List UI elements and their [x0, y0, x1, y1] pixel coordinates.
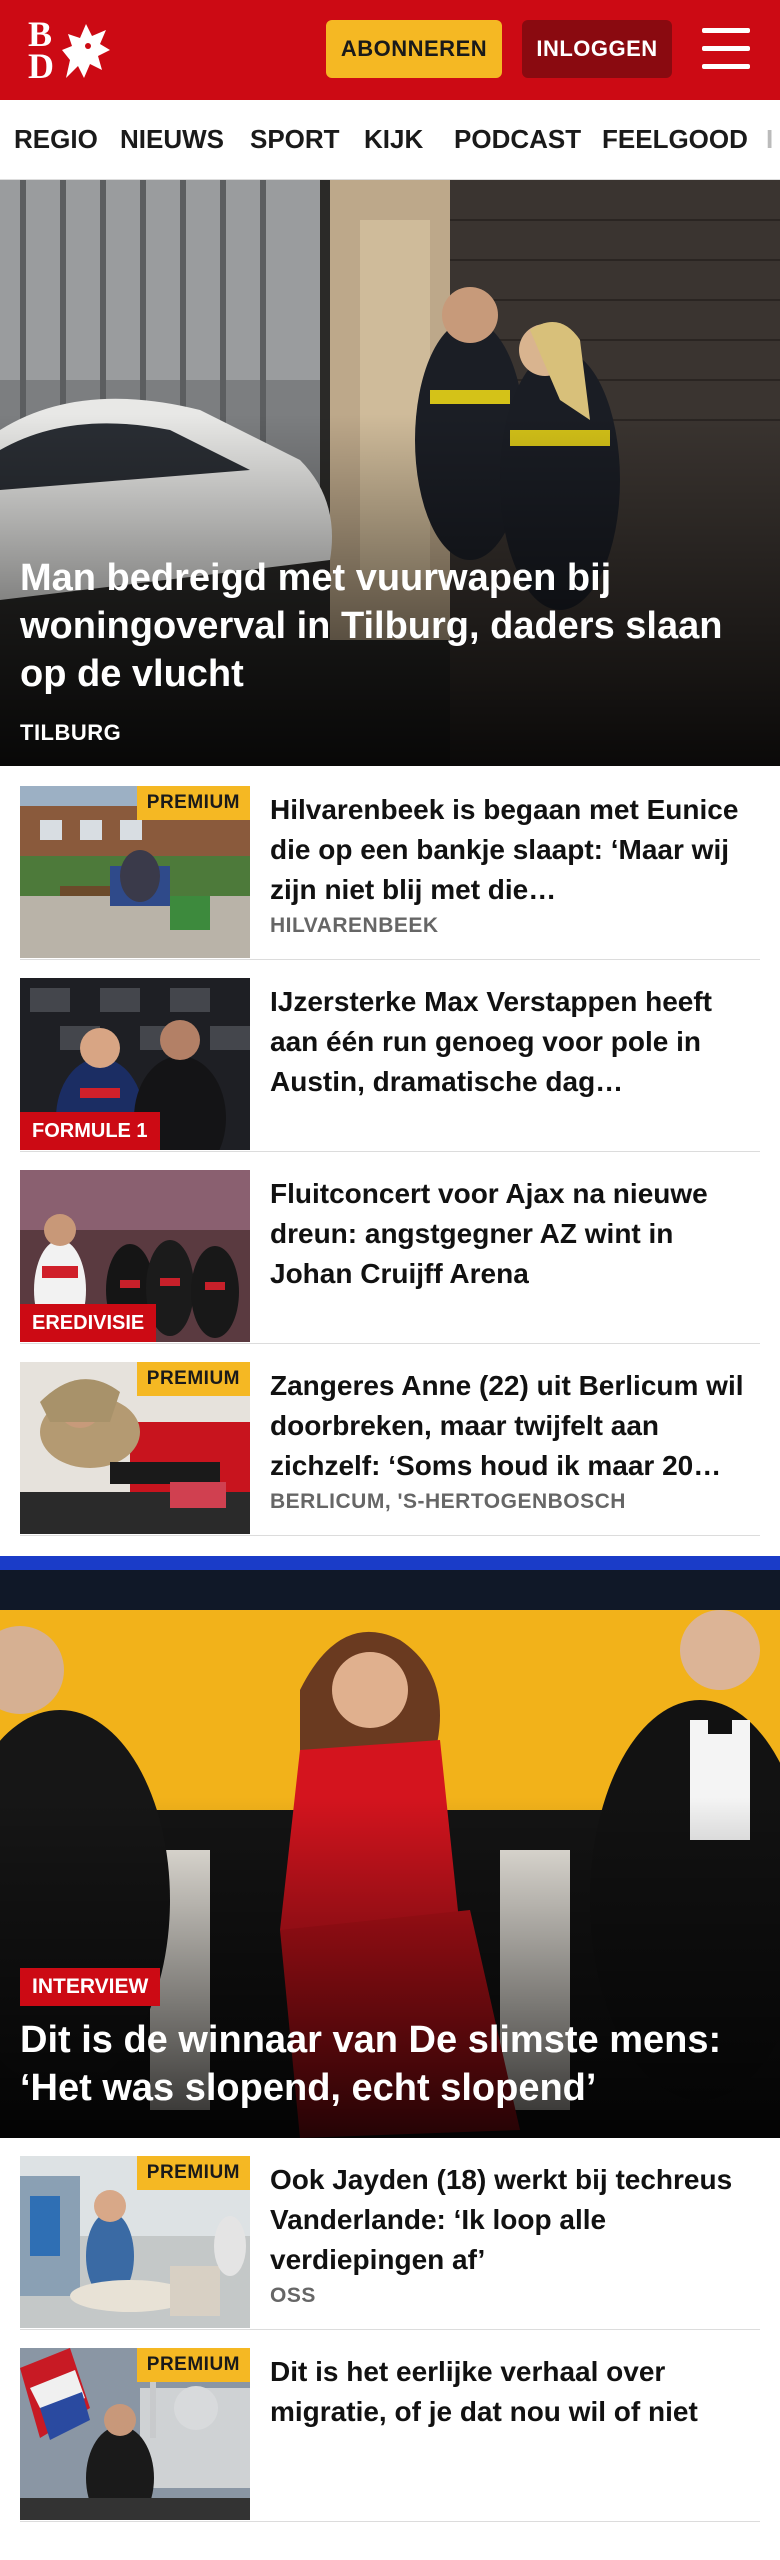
section-divider [0, 1556, 780, 1570]
article-headline[interactable]: Zangeres Anne (22) uit Berlicum wil door… [270, 1366, 760, 1486]
article-thumbnail: PREMIUM [20, 2156, 250, 2328]
menu-line [702, 46, 750, 51]
article-thumbnail: FORMULE 1 [20, 978, 250, 1150]
section-nav: REGIO NIEUWS SPORT KIJK PODCAST FEELGOOD… [0, 100, 780, 180]
subscribe-button[interactable]: ABONNEREN [326, 20, 502, 78]
category-badge: FORMULE 1 [20, 1112, 160, 1150]
article-location: HILVARENBEEK [270, 914, 439, 937]
article-thumbnail: PREMIUM [20, 2348, 250, 2520]
nav-item-feelgood[interactable]: FEELGOOD [602, 100, 748, 179]
login-button[interactable]: INLOGGEN [522, 20, 672, 78]
nav-item-more[interactable]: I [766, 100, 773, 179]
hero-headline[interactable]: Dit is de winnaar van De slimste mens: ‘… [20, 2016, 756, 2112]
article-thumbnail: PREMIUM [20, 1362, 250, 1534]
top-header: B D ABONNEREN INLOGGEN [0, 0, 780, 100]
article-headline[interactable]: Ook Jayden (18) werkt bij techreus Vande… [270, 2160, 760, 2280]
article-headline[interactable]: Hilvarenbeek is begaan met Eunice die op… [270, 790, 760, 910]
article-location: OSS [270, 2284, 316, 2307]
premium-badge: PREMIUM [136, 2156, 250, 2190]
list-item[interactable]: PREMIUM Dit is het eerlijke verhaal over… [20, 2348, 760, 2522]
nav-item-podcast[interactable]: PODCAST [454, 100, 581, 179]
nav-item-nieuws[interactable]: NIEUWS [120, 100, 224, 179]
hamburger-menu-icon[interactable] [700, 26, 752, 72]
hero-location: TILBURG [20, 720, 122, 745]
hero-article-slimste-mens[interactable]: INTERVIEW Dit is de winnaar van De slims… [0, 1570, 780, 2138]
premium-badge: PREMIUM [136, 786, 250, 820]
list-item[interactable]: EREDIVISIE Fluitconcert voor Ajax na nie… [20, 1170, 760, 1344]
nav-item-regio[interactable]: REGIO [14, 100, 98, 179]
article-headline[interactable]: Dit is het eerlijke verhaal over migrati… [270, 2352, 760, 2432]
dragon-icon [62, 24, 110, 78]
list-item[interactable]: FORMULE 1 IJzersterke Max Verstappen hee… [20, 978, 760, 1152]
hero-headline[interactable]: Man bedreigd met vuurwapen bij woningove… [20, 554, 756, 698]
article-headline[interactable]: Fluitconcert voor Ajax na nieuwe dreun: … [270, 1174, 760, 1294]
article-thumbnail: EREDIVISIE [20, 1170, 250, 1342]
nav-item-sport[interactable]: SPORT [250, 100, 340, 179]
bd-logo[interactable]: B D [26, 16, 116, 84]
logo-letter-d: D [28, 46, 54, 86]
list-item[interactable]: PREMIUM Hilvarenbeek is begaan met Eunic… [20, 786, 760, 960]
article-headline[interactable]: IJzersterke Max Verstappen heeft aan één… [270, 982, 760, 1102]
list-item[interactable]: PREMIUM Zangeres Anne (22) uit Berlicum … [20, 1362, 760, 1536]
list-item[interactable]: PREMIUM Ook Jayden (18) werkt bij techre… [20, 2156, 760, 2330]
menu-line [702, 28, 750, 33]
hero-article-tilburg[interactable]: Man bedreigd met vuurwapen bij woningove… [0, 180, 780, 766]
category-badge: EREDIVISIE [20, 1304, 157, 1342]
article-location: BERLICUM, 'S-HERTOGENBOSCH [270, 1490, 626, 1513]
article-thumbnail: PREMIUM [20, 786, 250, 958]
nav-item-kijk[interactable]: KIJK [364, 100, 423, 179]
premium-badge: PREMIUM [136, 2348, 250, 2382]
category-badge-interview: INTERVIEW [20, 1968, 161, 2006]
menu-line [702, 64, 750, 69]
premium-badge: PREMIUM [136, 1362, 250, 1396]
